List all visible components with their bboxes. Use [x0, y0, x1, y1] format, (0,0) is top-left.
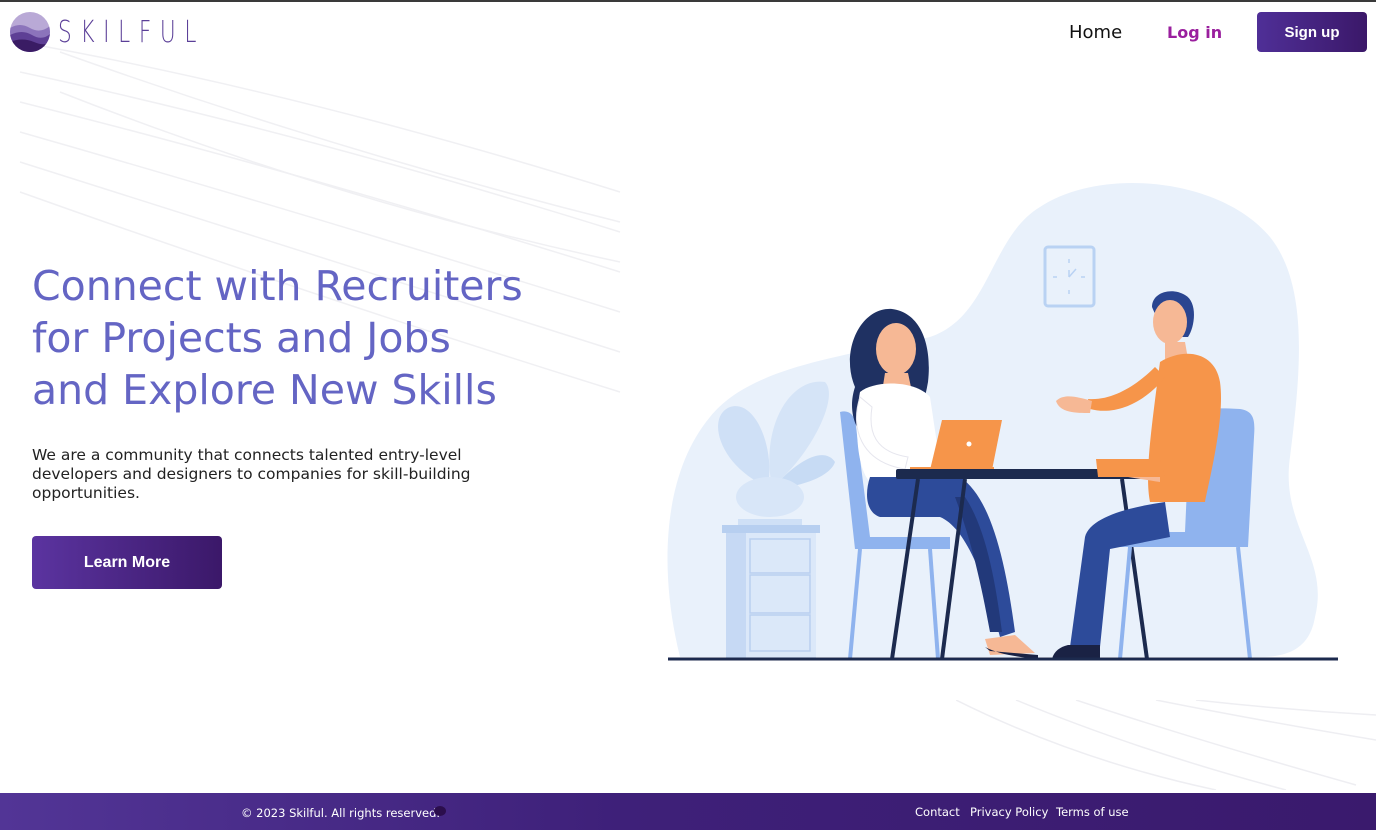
hero-title: Connect with Recruiters for Projects and…	[32, 262, 523, 414]
learn-more-button[interactable]: Learn More	[32, 536, 222, 589]
hero-illustration	[667, 183, 1338, 661]
hero-subtitle: We are a community that connects talente…	[32, 446, 471, 502]
brand-logo[interactable]: SKILFUL	[10, 12, 262, 52]
footer-dot-icon	[434, 806, 446, 816]
copyright-text: © 2023 Skilful. All rights reserved.	[241, 806, 441, 820]
top-navigation: SKILFUL Home Log in Sign up	[0, 2, 1376, 64]
footer-terms-link[interactable]: Terms of use	[1056, 805, 1129, 819]
nav-home-link[interactable]: Home	[1069, 22, 1122, 43]
footer-privacy-link[interactable]: Privacy Policy	[970, 805, 1048, 819]
page-footer: © 2023 Skilful. All rights reserved. Con…	[0, 793, 1376, 830]
footer-contact-link[interactable]: Contact	[915, 805, 960, 819]
file-cabinet	[722, 525, 820, 659]
brand-name: SKILFUL	[58, 14, 206, 50]
decorative-swoosh-lines-bottom	[956, 700, 1376, 790]
nav-login-link[interactable]: Log in	[1167, 23, 1222, 42]
logo-mark-icon	[10, 12, 50, 52]
signup-button[interactable]: Sign up	[1257, 12, 1367, 52]
